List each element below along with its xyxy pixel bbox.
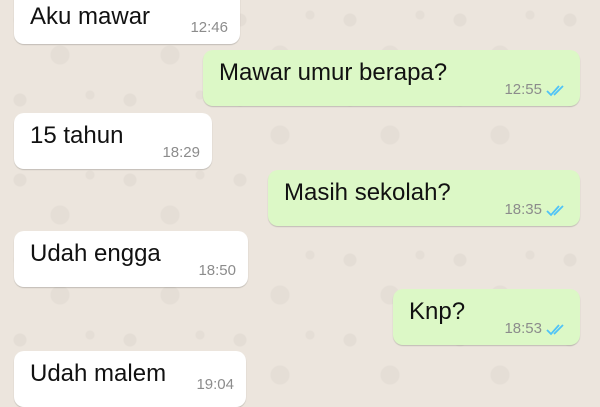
- message-time: 18:50: [198, 262, 236, 279]
- message-outgoing[interactable]: Masih sekolah? 18:35: [268, 170, 580, 226]
- message-text: Udah malem: [30, 360, 167, 387]
- message-text: Knp?: [409, 298, 466, 325]
- message-meta: 18:50: [198, 263, 236, 278]
- message-incoming[interactable]: Udah malem 19:04: [14, 351, 246, 407]
- message-meta: 12:55: [504, 82, 568, 97]
- message-time: 18:35: [504, 201, 542, 218]
- message-outgoing[interactable]: Mawar umur berapa? 12:55: [203, 50, 580, 106]
- message-time: 18:53: [504, 320, 542, 337]
- message-time: 12:46: [190, 19, 228, 36]
- message-meta: 12:46: [190, 20, 228, 35]
- message-meta: 19:04: [196, 377, 234, 392]
- message-meta: 18:53: [504, 321, 568, 336]
- message-incoming[interactable]: Udah engga 18:50: [14, 231, 248, 287]
- message-time: 12:55: [504, 81, 542, 98]
- message-text: Udah engga: [30, 240, 161, 267]
- message-meta: 18:35: [504, 202, 568, 217]
- message-text: Mawar umur berapa?: [219, 59, 448, 86]
- double-check-icon: [546, 323, 564, 335]
- message-text: Masih sekolah?: [284, 179, 451, 206]
- message-time: 18:29: [162, 144, 200, 161]
- message-incoming[interactable]: Aku mawar 12:46: [14, 0, 240, 44]
- double-check-icon: [546, 204, 564, 216]
- chat-area: Aku mawar 12:46 Mawar umur berapa? 12:55…: [0, 0, 600, 407]
- message-time: 19:04: [196, 376, 234, 393]
- message-text: Aku mawar: [30, 3, 151, 30]
- message-text: 15 tahun: [30, 122, 124, 149]
- message-incoming[interactable]: 15 tahun 18:29: [14, 113, 212, 169]
- message-meta: 18:29: [162, 145, 200, 160]
- double-check-icon: [546, 84, 564, 96]
- message-outgoing[interactable]: Knp? 18:53: [393, 289, 580, 345]
